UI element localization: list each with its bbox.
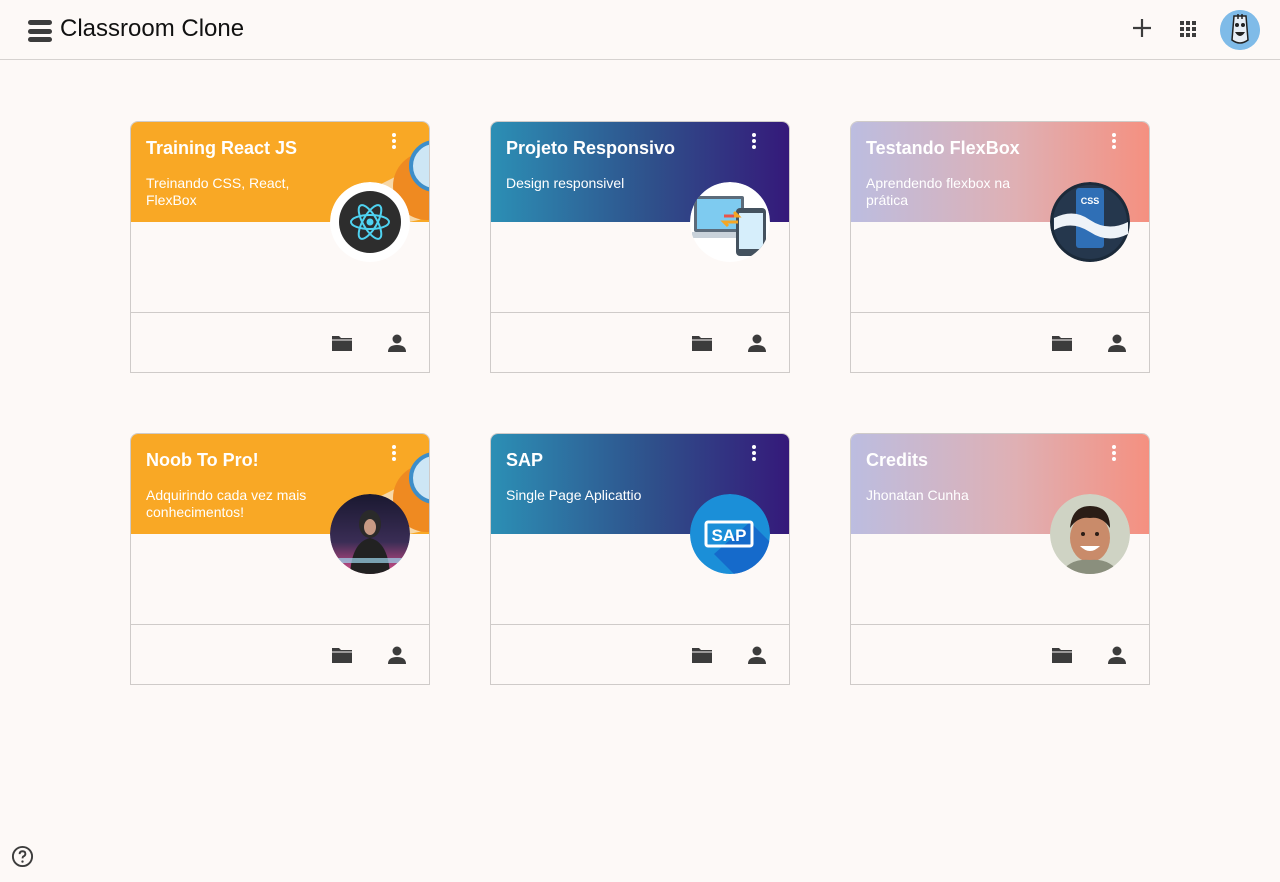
card-footer: [491, 624, 789, 685]
class-card[interactable]: Projeto Responsivo Design responsivel: [490, 121, 790, 373]
person-icon[interactable]: [1105, 331, 1129, 355]
more-vert-icon[interactable]: [1109, 444, 1119, 462]
class-card[interactable]: Training React JS Treinando CSS, React, …: [130, 121, 430, 373]
card-title[interactable]: Noob To Pro!: [146, 450, 259, 471]
card-footer: [131, 312, 429, 373]
app-title: Classroom Clone: [60, 15, 245, 42]
apps-grid-icon[interactable]: [1177, 18, 1199, 40]
card-footer: [851, 312, 1149, 373]
help-circle-icon[interactable]: [11, 845, 34, 868]
user-avatar[interactable]: [1220, 10, 1260, 50]
person-icon[interactable]: [385, 331, 409, 355]
card-subtitle: Treinando CSS, React, FlexBox: [146, 175, 290, 208]
folder-icon[interactable]: [690, 331, 714, 355]
top-bar: Classroom Clone: [0, 0, 1280, 60]
card-subtitle: Adquirindo cada vez mais conhecimentos!: [146, 487, 307, 520]
person-icon[interactable]: [1105, 643, 1129, 667]
card-title[interactable]: SAP: [506, 450, 543, 471]
css-logo-icon: CSS: [1050, 182, 1130, 262]
react-logo-icon: [330, 182, 410, 262]
folder-icon[interactable]: [1050, 643, 1074, 667]
card-title[interactable]: Testando FlexBox: [866, 138, 1020, 159]
card-subtitle: Design responsivel: [506, 175, 625, 191]
sap-logo-icon: SAP: [690, 494, 770, 574]
card-title[interactable]: Credits: [866, 450, 928, 471]
card-title[interactable]: Projeto Responsivo: [506, 138, 675, 159]
class-card[interactable]: Credits Jhonatan Cunha: [850, 433, 1150, 685]
card-subtitle: Aprendendo flexbox na prática: [866, 175, 1010, 208]
more-vert-icon[interactable]: [389, 444, 399, 462]
more-vert-icon[interactable]: [749, 132, 759, 150]
card-footer: [851, 624, 1149, 685]
card-subtitle: Jhonatan Cunha: [866, 487, 969, 503]
folder-icon[interactable]: [690, 643, 714, 667]
more-vert-icon[interactable]: [389, 132, 399, 150]
person-icon[interactable]: [385, 643, 409, 667]
svg-text:CSS: CSS: [1081, 196, 1100, 206]
svg-text:SAP: SAP: [712, 526, 747, 545]
hamburger-menu-icon[interactable]: [28, 20, 52, 42]
folder-icon[interactable]: [1050, 331, 1074, 355]
smiling-person-photo: [1050, 494, 1130, 574]
more-vert-icon[interactable]: [749, 444, 759, 462]
hooded-person-photo: [330, 494, 410, 574]
class-card[interactable]: SAP Single Page Aplicattio SAP: [490, 433, 790, 685]
responsive-devices-icon: [690, 182, 770, 262]
class-card[interactable]: Noob To Pro! Adquirindo cada vez mais co…: [130, 433, 430, 685]
class-card[interactable]: Testando FlexBox Aprendendo flexbox na p…: [850, 121, 1150, 373]
more-vert-icon[interactable]: [1109, 132, 1119, 150]
folder-icon[interactable]: [330, 331, 354, 355]
person-icon[interactable]: [745, 643, 769, 667]
card-footer: [491, 312, 789, 373]
plus-icon[interactable]: [1130, 16, 1154, 40]
card-subtitle: Single Page Aplicattio: [506, 487, 642, 503]
card-title[interactable]: Training React JS: [146, 138, 297, 159]
folder-icon[interactable]: [330, 643, 354, 667]
person-icon[interactable]: [745, 331, 769, 355]
card-footer: [131, 624, 429, 685]
